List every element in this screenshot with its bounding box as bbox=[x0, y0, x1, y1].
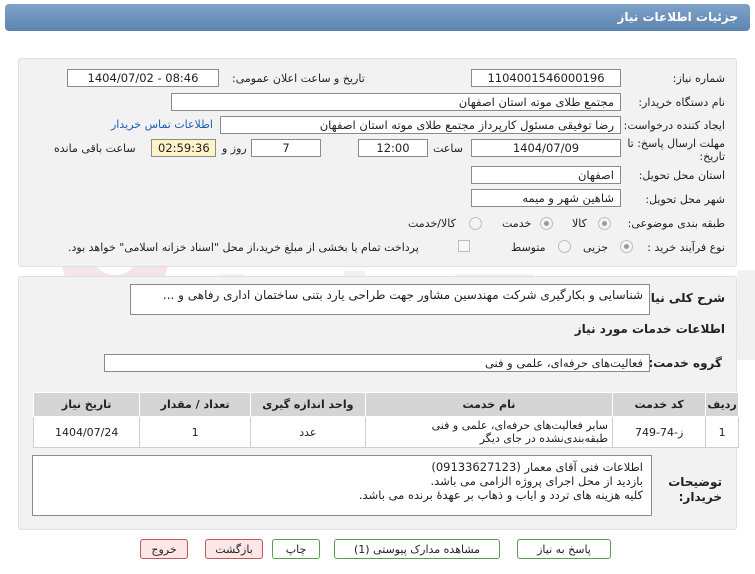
category-option-both: کالا/خدمت bbox=[408, 217, 456, 230]
deadline-time-label: ساعت bbox=[433, 142, 463, 155]
buyer-field: مجتمع طلای موته استان اصفهان bbox=[171, 93, 621, 111]
need-number-field: 1104001546000196 bbox=[471, 69, 621, 87]
description-text: شناسایی و بکارگیری شرکت مهندسین مشاور جه… bbox=[162, 288, 643, 302]
cell-service-name: سایر فعالیت‌های حرفه‌ای، علمی و فنی طبقه… bbox=[364, 416, 614, 448]
process-label: نوع فرآیند خرید : bbox=[647, 241, 725, 254]
creator-label: ایجاد کننده درخواست: bbox=[623, 119, 725, 132]
attachments-button[interactable]: مشاهده مدارک پیوستی (1) bbox=[334, 539, 500, 559]
treasury-checkbox[interactable] bbox=[458, 240, 470, 252]
col-quantity: تعداد / مقدار bbox=[139, 392, 251, 417]
description-field: شناسایی و بکارگیری شرکت مهندسین مشاور جه… bbox=[130, 284, 650, 315]
province-label: استان محل تحویل: bbox=[638, 169, 725, 182]
process-option-minor: جزیی bbox=[583, 241, 609, 254]
cell-row-number: 1 bbox=[705, 416, 739, 448]
category-option-service: خدمت bbox=[502, 217, 532, 230]
services-section-title: اطلاعات خدمات مورد نیاز bbox=[574, 322, 725, 336]
days-field: 7 bbox=[251, 139, 321, 157]
deadline-date-field: 1404/07/09 bbox=[471, 139, 621, 157]
category-radio-goods[interactable] bbox=[598, 217, 611, 230]
city-label: شهر محل تحویل: bbox=[645, 193, 725, 206]
page-title: جزئیات اطلاعات نیاز bbox=[617, 10, 738, 24]
page-header: جزئیات اطلاعات نیاز bbox=[5, 4, 750, 31]
city-field: شاهین شهر و میمه bbox=[471, 189, 621, 207]
buyer-contact-link[interactable]: اطلاعات تماس خریدار bbox=[111, 118, 213, 131]
creator-field: رضا توفیقی مسئول کارپرداز مجتمع طلای موت… bbox=[220, 116, 621, 134]
notes-line: اطلاعات فنی آقای معمار (09133627123) bbox=[431, 460, 643, 474]
col-service-name: نام خدمت bbox=[364, 392, 614, 417]
reply-button[interactable]: پاسخ به نیاز bbox=[517, 539, 611, 559]
category-radio-both[interactable] bbox=[469, 217, 482, 230]
need-info-panel bbox=[18, 58, 737, 267]
notes-line: بازدید از محل اجرای پروژه الزامی می باشد… bbox=[430, 474, 643, 488]
col-row-number: ردیف bbox=[705, 392, 739, 417]
cell-quantity: 1 bbox=[139, 416, 251, 448]
remaining-label: ساعت باقی مانده bbox=[54, 142, 136, 155]
back-button[interactable]: بازگشت bbox=[205, 539, 263, 559]
notes-line: کلیه هزینه های تردد و ایاب و ذهاب بر عهد… bbox=[358, 488, 643, 502]
province-field: اصفهان bbox=[471, 166, 621, 184]
deadline-time-field: 12:00 bbox=[358, 139, 428, 157]
cell-need-date: 1404/07/24 bbox=[32, 416, 141, 448]
deadline-date-label: تاریخ: bbox=[699, 150, 725, 163]
description-label: شرح کلی نیاز: bbox=[639, 291, 725, 305]
notes-label-buyer: خریدار: bbox=[678, 490, 722, 504]
col-need-date: تاریخ نیاز bbox=[32, 392, 141, 417]
announce-field: 1404/07/02 - 08:46 bbox=[67, 69, 219, 87]
print-button[interactable]: چاپ bbox=[272, 539, 320, 559]
process-radio-minor[interactable] bbox=[620, 240, 633, 253]
process-radio-medium[interactable] bbox=[558, 240, 571, 253]
category-radio-service[interactable] bbox=[540, 217, 553, 230]
cell-unit: عدد bbox=[249, 416, 366, 448]
announce-label: تاریخ و ساعت اعلان عمومی: bbox=[232, 72, 365, 85]
exit-button[interactable]: خروج bbox=[140, 539, 188, 559]
category-option-goods: کالا bbox=[572, 217, 587, 230]
buyer-label: نام دستگاه خریدار: bbox=[638, 96, 725, 109]
service-group-label: گروه خدمت: bbox=[648, 356, 722, 370]
category-label: طبقه بندی موضوعی: bbox=[627, 217, 725, 230]
payment-note: پرداخت تمام یا بخشی از مبلغ خرید،از محل … bbox=[68, 241, 419, 254]
services-table: ردیف کد خدمت نام خدمت واحد اندازه گیری ت… bbox=[32, 392, 739, 448]
cell-service-code: ز-74-749 bbox=[612, 416, 707, 448]
col-service-code: کد خدمت bbox=[612, 392, 707, 417]
notes-label: توضیحات bbox=[668, 475, 722, 489]
need-number-label: شماره نیاز: bbox=[672, 72, 725, 85]
col-unit: واحد اندازه گیری bbox=[249, 392, 366, 417]
table-header-row: ردیف کد خدمت نام خدمت واحد اندازه گیری ت… bbox=[32, 392, 739, 417]
process-option-medium: متوسط bbox=[511, 241, 546, 254]
buyer-notes: اطلاعات فنی آقای معمار (09133627123) باز… bbox=[32, 455, 652, 516]
deadline-label: مهلت ارسال پاسخ: تا bbox=[627, 137, 725, 150]
service-group-field: فعالیت‌های حرفه‌ای، علمی و فنی bbox=[104, 354, 650, 372]
remaining-time-field: 02:59:36 bbox=[151, 139, 216, 157]
table-row: 1 ز-74-749 سایر فعالیت‌های حرفه‌ای، علمی… bbox=[32, 416, 739, 448]
days-label: روز و bbox=[222, 142, 247, 155]
